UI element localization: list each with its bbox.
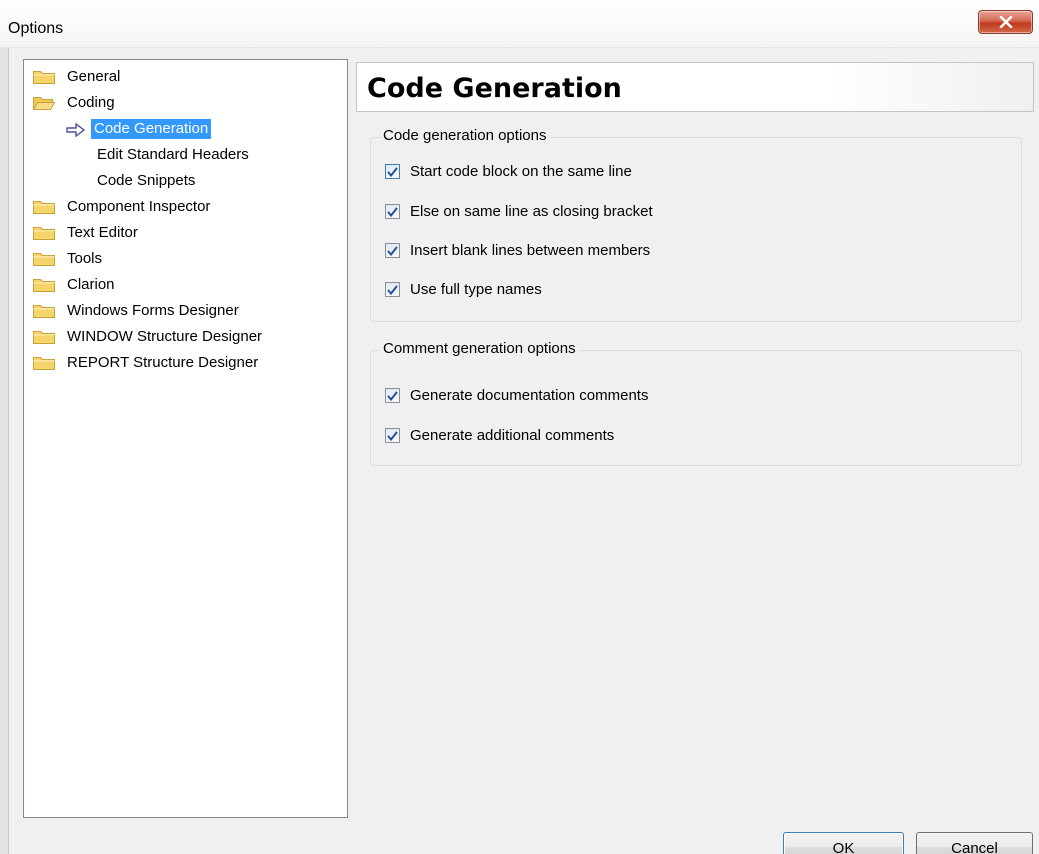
panel-header: Code Generation [356,62,1034,112]
tree-item-label: Component Inspector [67,198,211,215]
checkmark-icon [387,166,398,177]
tree-item-label: Code Snippets [97,172,196,189]
group-title: Code generation options [380,127,550,144]
tree-item-report-structure-designer[interactable]: REPORT Structure Designer [33,352,261,374]
tree-item-label: Text Editor [67,224,138,241]
checkmark-icon [387,430,398,441]
tree-item-clarion[interactable]: Clarion [33,274,118,296]
option-start-code-block[interactable]: Start code block on the same line [385,163,632,180]
option-additional-comments[interactable]: Generate additional comments [385,427,614,444]
tree-item-label: General [67,68,121,85]
tree-item-label: Tools [67,250,103,267]
option-label: Else on same line as closing bracket [410,203,653,220]
page-title: Code Generation [367,73,622,104]
tree-item-windows-forms-designer[interactable]: Windows Forms Designer [33,300,242,322]
tree-item-label: WINDOW Structure Designer [67,328,263,345]
checkbox[interactable] [385,204,400,219]
arrow-right-icon [66,123,86,137]
folder-closed-icon [33,71,55,84]
tree-item-label: Windows Forms Designer [67,302,239,319]
tree-item-component-inspector[interactable]: Component Inspector [33,196,213,218]
title-bar[interactable]: Options [0,0,1039,48]
checkmark-icon [387,390,398,401]
checkbox[interactable] [385,282,400,297]
checkbox[interactable] [385,428,400,443]
tree-item-code-generation[interactable]: Code Generation [91,118,212,140]
close-button[interactable] [978,10,1033,34]
option-documentation-comments[interactable]: Generate documentation comments [385,387,648,404]
checkbox[interactable] [385,243,400,258]
option-label: Insert blank lines between members [410,242,651,259]
folder-closed-icon [33,279,55,292]
code-generation-group: Code generation options Start code block… [370,127,1022,322]
checkbox[interactable] [385,164,400,179]
option-label: Generate documentation comments [410,387,649,404]
tree-item-window-structure-designer[interactable]: WINDOW Structure Designer [33,326,265,348]
comment-generation-group: Comment generation options Generate docu… [370,340,1022,466]
tree-item-label: REPORT Structure Designer [67,354,259,371]
option-label: Start code block on the same line [410,163,632,180]
option-label: Generate additional comments [410,427,615,444]
folder-closed-icon [33,227,55,240]
option-full-type-names[interactable]: Use full type names [385,281,542,298]
window-frame-edge [0,48,9,854]
folder-closed-icon [33,201,55,214]
folder-closed-icon [33,357,55,370]
close-icon [999,16,1012,28]
options-tree[interactable]: General Coding Code Generation Edit Stan… [23,59,348,818]
folder-closed-icon [33,253,55,266]
tree-item-label: Edit Standard Headers [97,146,249,163]
folder-open-icon [33,97,55,110]
tree-item-code-snippets[interactable]: Code Snippets [94,170,198,192]
option-else-same-line[interactable]: Else on same line as closing bracket [385,203,653,220]
checkmark-icon [387,245,398,256]
option-label: Use full type names [410,281,542,298]
checkmark-icon [387,284,398,295]
tree-item-edit-standard-headers[interactable]: Edit Standard Headers [94,144,252,166]
tree-item-tools[interactable]: Tools [33,248,105,270]
tree-item-label: Clarion [67,276,115,293]
tree-item-label: Code Generation [91,119,212,139]
options-dialog: Options General Coding Code Generation E… [0,0,1039,854]
checkbox[interactable] [385,388,400,403]
checkmark-icon [387,206,398,217]
window-title: Options [8,20,64,37]
option-insert-blank-lines[interactable]: Insert blank lines between members [385,242,650,259]
cancel-button[interactable]: Cancel [916,832,1033,854]
tree-item-coding[interactable]: Coding [33,92,118,114]
folder-closed-icon [33,331,55,344]
tree-item-text-editor[interactable]: Text Editor [33,222,141,244]
tree-item-label: Coding [67,94,115,111]
ok-button[interactable]: OK [783,832,904,854]
folder-closed-icon [33,305,55,318]
group-title: Comment generation options [380,340,579,357]
tree-item-general[interactable]: General [33,66,123,88]
